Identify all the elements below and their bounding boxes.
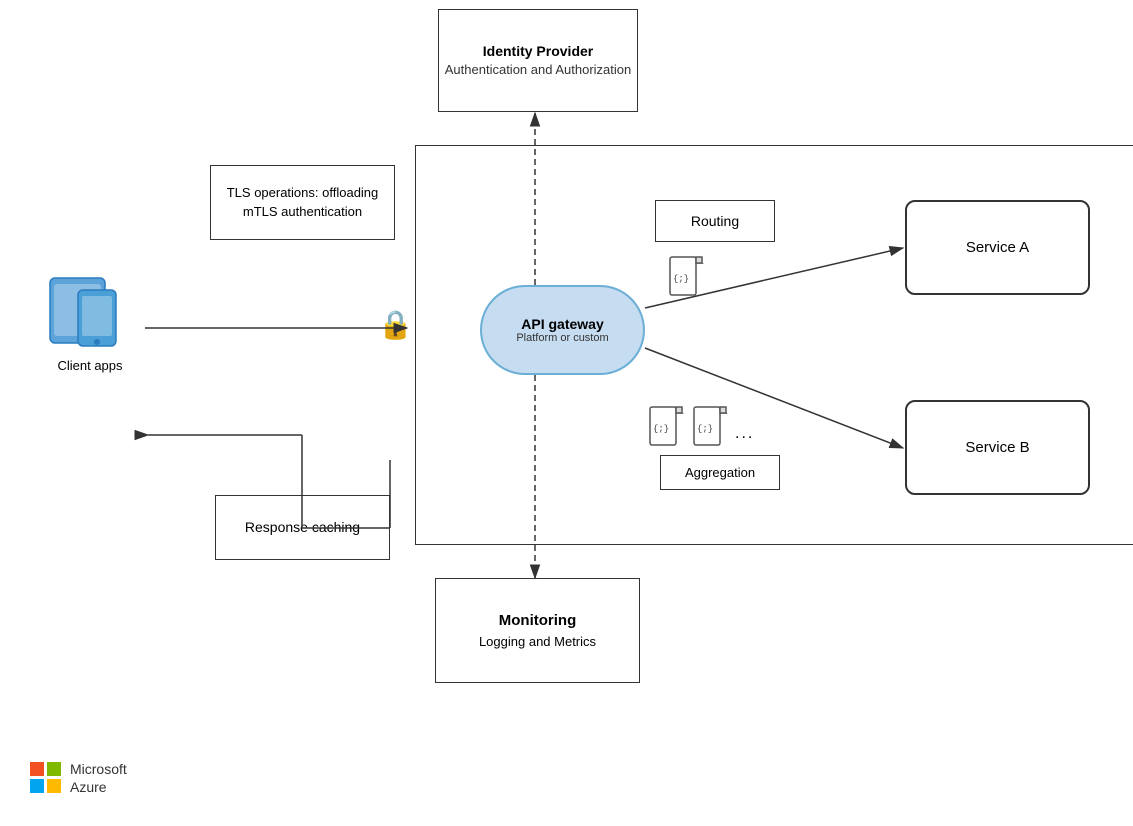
identity-provider-box: Identity Provider Authentication and Aut… <box>438 9 638 112</box>
json-icon-routing: {;} <box>668 255 704 299</box>
service-b-label: Service B <box>965 439 1029 456</box>
service-a-box: Service A <box>905 200 1090 295</box>
aggregation-box: Aggregation <box>660 455 780 490</box>
routing-label: Routing <box>691 213 739 229</box>
identity-title: Identity Provider <box>445 42 631 62</box>
response-label: Response caching <box>245 518 360 538</box>
azure-sq-green <box>47 762 61 776</box>
api-gateway-title: API gateway <box>521 316 603 332</box>
api-gateway-subtitle: Platform or custom <box>516 332 608 344</box>
api-gateway-box: API gateway Platform or custom <box>480 285 645 375</box>
azure-sq-yellow <box>47 779 61 793</box>
svg-text:{;}: {;} <box>673 274 689 284</box>
monitoring-title: Monitoring <box>479 610 596 633</box>
routing-box: Routing <box>655 200 775 242</box>
monitoring-box: Monitoring Logging and Metrics <box>435 578 640 683</box>
json-icon-agg-2: {;} <box>692 405 728 449</box>
azure-line1: Microsoft <box>70 760 127 778</box>
client-apps-label: Client apps <box>57 358 122 373</box>
lock-icon: 🔒 <box>378 308 413 341</box>
client-apps-area: Client apps <box>35 270 145 373</box>
identity-subtitle: Authentication and Authorization <box>445 61 631 79</box>
azure-squares-icon <box>30 762 62 794</box>
service-b-box: Service B <box>905 400 1090 495</box>
tls-label-box: TLS operations: offloading mTLS authenti… <box>210 165 395 240</box>
svg-text:{;}: {;} <box>653 424 669 434</box>
service-a-label: Service A <box>966 239 1029 256</box>
json-icon-agg-1: {;} <box>648 405 684 449</box>
monitoring-subtitle: Logging and Metrics <box>479 632 596 652</box>
response-caching-box: Response caching <box>215 495 390 560</box>
client-apps-icon <box>40 270 140 350</box>
diagram-container: Identity Provider Authentication and Aut… <box>0 0 1133 826</box>
svg-text:{;}: {;} <box>697 424 713 434</box>
aggregation-label: Aggregation <box>685 465 755 480</box>
ellipsis: ... <box>735 425 754 443</box>
azure-logo: Microsoft Azure <box>30 760 127 796</box>
azure-line2: Azure <box>70 778 127 796</box>
tls-text: TLS operations: offloading mTLS authenti… <box>216 184 389 220</box>
azure-text: Microsoft Azure <box>70 760 127 796</box>
azure-sq-blue <box>30 779 44 793</box>
azure-sq-red <box>30 762 44 776</box>
